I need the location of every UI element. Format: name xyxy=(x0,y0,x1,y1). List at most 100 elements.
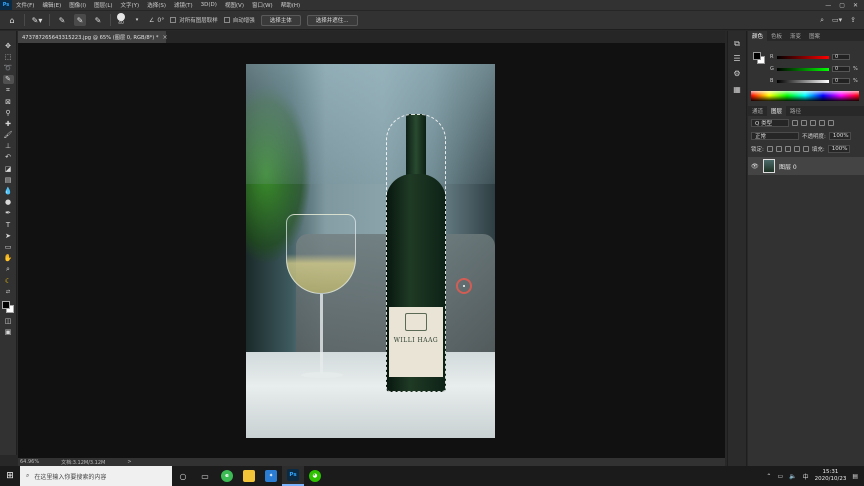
brush-tool-icon[interactable]: 🖌 xyxy=(3,131,14,140)
tab-channels[interactable]: 通道 xyxy=(748,106,767,116)
lock-all-icon[interactable] xyxy=(802,145,809,152)
lock-transparent-icon[interactable] xyxy=(766,145,773,152)
select-subject-button[interactable]: 选择主体 xyxy=(260,14,301,26)
slider-track[interactable] xyxy=(777,67,829,71)
clone-stamp-tool-icon[interactable]: ⊥ xyxy=(3,142,14,151)
filter-pixel-icon[interactable] xyxy=(792,119,798,126)
clock[interactable]: 15:31 2020/10/23 xyxy=(815,469,847,483)
blend-mode-select[interactable]: 正常 xyxy=(751,131,799,140)
type-tool-icon[interactable]: T xyxy=(3,220,14,229)
color-swatches[interactable] xyxy=(1,300,15,314)
layer-row[interactable]: 👁 图层 0 xyxy=(748,157,864,175)
slider-red[interactable]: R 0 xyxy=(770,53,862,61)
brush-angle[interactable]: ∠ 0° xyxy=(149,17,164,24)
action-center-icon[interactable]: ▤ xyxy=(852,473,858,480)
new-selection-icon[interactable]: ✎ xyxy=(56,14,68,26)
filter-shape-icon[interactable] xyxy=(819,119,825,126)
channel-value[interactable]: 0 xyxy=(832,66,850,72)
lock-position-icon[interactable] xyxy=(784,145,791,152)
menu-image[interactable]: 图像(I) xyxy=(65,1,90,9)
menu-window[interactable]: 窗口(W) xyxy=(248,1,277,9)
color-spectrum[interactable] xyxy=(751,91,859,101)
chevron-down-icon[interactable]: ▾ xyxy=(131,14,143,26)
task-view-icon[interactable]: ○ xyxy=(172,466,194,486)
browser-icon[interactable]: e xyxy=(216,466,238,486)
photoshop-taskbar-icon[interactable]: Ps xyxy=(282,466,304,486)
libraries-panel-icon[interactable]: ▦ xyxy=(732,85,743,94)
channel-value[interactable]: 0 xyxy=(832,78,850,84)
zoom-level[interactable]: 64.96% xyxy=(20,459,39,465)
filter-smart-object-icon[interactable] xyxy=(828,119,834,126)
layer-kind-filter[interactable]: Q 类型 xyxy=(751,118,789,127)
eye-icon[interactable]: 👁 xyxy=(751,163,759,170)
menu-type[interactable]: 文字(Y) xyxy=(117,1,144,9)
menu-help[interactable]: 帮助(H) xyxy=(277,1,304,9)
sample-all-layers-checkbox[interactable]: 对所有图层取样 xyxy=(170,16,218,24)
zoom-tool-icon[interactable]: ⌕ xyxy=(3,265,14,274)
blur-tool-icon[interactable]: 💧 xyxy=(3,186,14,195)
slider-blue[interactable]: B 0 % xyxy=(770,77,862,85)
quick-mask-icon[interactable]: ◫ xyxy=(3,316,14,325)
path-selection-tool-icon[interactable]: ➤ xyxy=(3,231,14,240)
ime-indicator[interactable]: 中 xyxy=(803,472,809,481)
shape-tool-icon[interactable]: ▭ xyxy=(3,242,14,251)
channel-value[interactable]: 0 xyxy=(832,54,850,60)
crop-tool-icon[interactable]: ⌗ xyxy=(3,86,14,95)
maximize-button[interactable]: ▢ xyxy=(839,2,845,9)
menu-filter[interactable]: 滤镜(T) xyxy=(170,1,197,9)
filter-type-icon[interactable] xyxy=(810,119,816,126)
lasso-tool-icon[interactable]: ➰ xyxy=(3,63,14,72)
menu-edit[interactable]: 编辑(E) xyxy=(38,1,65,9)
checkbox-box[interactable] xyxy=(170,17,177,23)
taskbar-search[interactable]: ⌕ 在这里输入你要搜索的内容 xyxy=(20,466,172,486)
windows-start-icon[interactable]: ⊞ xyxy=(0,466,20,486)
history-brush-tool-icon[interactable]: ↶ xyxy=(3,153,14,162)
search-icon[interactable]: ⌕ xyxy=(820,16,824,25)
app-icon[interactable]: ✦ xyxy=(260,466,282,486)
menu-file[interactable]: 文件(F) xyxy=(12,1,38,9)
brush-picker[interactable]: 40 xyxy=(117,13,125,27)
minimize-button[interactable]: — xyxy=(825,2,831,9)
screen-mode-icon[interactable]: ▣ xyxy=(3,328,14,337)
lock-pixels-icon[interactable] xyxy=(775,145,782,152)
layer-thumbnail[interactable] xyxy=(763,159,775,173)
tab-swatches[interactable]: 色板 xyxy=(767,31,786,41)
menu-select[interactable]: 选择(S) xyxy=(143,1,170,9)
layer-name[interactable]: 图层 0 xyxy=(779,162,797,171)
foreground-color-swatch[interactable] xyxy=(2,301,10,310)
opacity-input[interactable]: 100% xyxy=(828,131,851,140)
quick-selection-tool-icon[interactable]: ✎ xyxy=(2,74,14,84)
dodge-tool-icon[interactable]: ● xyxy=(3,198,14,207)
tab-layers[interactable]: 图层 xyxy=(767,106,787,116)
workspace-icon[interactable]: ▭▾ xyxy=(832,16,842,24)
add-to-selection-icon[interactable]: ✎ xyxy=(74,14,86,26)
slider-track[interactable] xyxy=(777,79,829,83)
history-panel-icon[interactable]: ⧉ xyxy=(732,39,743,48)
select-and-mask-button[interactable]: 选择并遮住... xyxy=(306,14,358,26)
auto-enhance-checkbox[interactable]: 自动增强 xyxy=(223,16,255,24)
menu-view[interactable]: 视图(V) xyxy=(221,1,248,9)
close-button[interactable]: ✕ xyxy=(853,2,858,9)
fill-input[interactable]: 100% xyxy=(827,144,850,153)
adjustments-panel-icon[interactable]: ⚙ xyxy=(732,69,743,78)
slider-track[interactable] xyxy=(777,55,829,59)
file-explorer-icon[interactable] xyxy=(238,466,260,486)
slider-green[interactable]: G 0 % xyxy=(770,65,862,73)
tab-gradients[interactable]: 渐变 xyxy=(786,31,805,41)
status-menu-arrow[interactable]: > xyxy=(127,459,131,465)
close-icon[interactable]: × xyxy=(163,34,168,41)
notification-chevron-icon[interactable]: ⌃ xyxy=(766,473,771,480)
properties-panel-icon[interactable]: ☰ xyxy=(732,54,743,63)
network-icon[interactable]: ▭ xyxy=(777,473,783,480)
menu-layer[interactable]: 图层(L) xyxy=(90,1,116,9)
eraser-tool-icon[interactable]: ◪ xyxy=(3,164,14,173)
gradient-tool-icon[interactable]: ▤ xyxy=(3,175,14,184)
document-tab[interactable]: 473787265643315223.jpg @ 65% (图层 0, RGB/… xyxy=(18,31,168,43)
canvas-area[interactable]: WILLI HAAG xyxy=(18,43,725,458)
move-tool-icon[interactable]: ✥ xyxy=(3,41,14,50)
tab-patterns[interactable]: 图案 xyxy=(805,31,824,41)
hand-tool-icon[interactable]: ✋ xyxy=(3,254,14,263)
home-icon[interactable]: ⌂ xyxy=(6,14,18,26)
marquee-tool-icon[interactable]: ⬚ xyxy=(3,52,14,61)
banana-icon[interactable]: ☾ xyxy=(3,276,14,285)
